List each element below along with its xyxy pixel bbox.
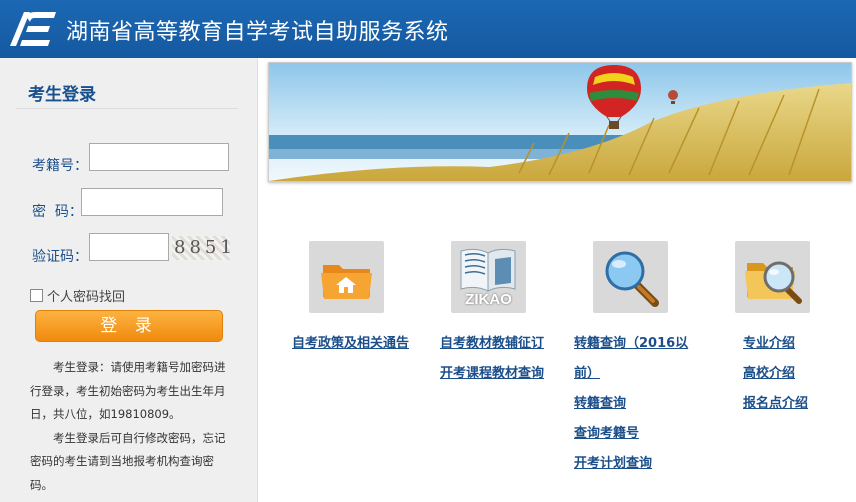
recover-label[interactable]: 个人密码找回	[47, 286, 125, 305]
header-bar: 湖南省高等教育自学考试自助服务系统	[0, 0, 856, 58]
link-transfer-query-pre2016-cont[interactable]: 前）	[574, 362, 600, 381]
captcha-image[interactable]: 8851	[172, 236, 232, 260]
login-note-1: 考生登录：请使用考籍号加密码进行登录，考生初始密码为考生出生年月日，共八位，如1…	[30, 360, 226, 421]
password-input[interactable]	[81, 188, 223, 216]
captcha-input[interactable]	[89, 233, 169, 261]
password-label: 密 码：	[32, 204, 83, 220]
link-college-intro[interactable]: 高校介绍	[743, 362, 795, 381]
login-notes: 考生登录：请使用考籍号加密码进行登录，考生初始密码为考生出生年月日，共八位，如1…	[30, 356, 230, 497]
page: 湖南省高等教育自学考试自助服务系统 考生登录 考籍号： 密 码： 验证码： 88…	[0, 0, 856, 502]
link-textbook-order[interactable]: 自考教材教辅征订	[440, 332, 544, 351]
policy-tile[interactable]	[309, 241, 384, 313]
link-exam-plan-query[interactable]: 开考计划查询	[574, 452, 652, 471]
link-transfer-query-pre2016[interactable]: 转籍查询（2016以	[574, 332, 688, 351]
link-course-textbook-query[interactable]: 开考课程教材查询	[440, 362, 544, 381]
exam-id-label: 考籍号：	[32, 158, 88, 174]
link-major-intro[interactable]: 专业介绍	[743, 332, 795, 351]
captcha-label: 验证码：	[32, 249, 88, 265]
login-button[interactable]: 登 录	[35, 310, 223, 342]
magnifier-icon	[605, 251, 659, 307]
textbook-tile[interactable]: ZIKAO	[451, 241, 526, 313]
system-title: 湖南省高等教育自学考试自助服务系统	[66, 20, 449, 45]
login-title: 考生登录	[28, 85, 96, 105]
exam-id-input[interactable]	[89, 143, 229, 171]
link-policy-notices[interactable]: 自考政策及相关通告	[292, 332, 409, 351]
logo-icon	[10, 12, 56, 46]
recover-password-option[interactable]: 个人密码找回	[30, 286, 125, 305]
zikao-badge: ZIKAO	[465, 291, 512, 308]
login-note-2: 考生登录后可自行修改密码，忘记密码的考生请到当地报考机构查询密码。	[30, 430, 226, 492]
divider	[16, 108, 238, 109]
recover-checkbox[interactable]	[30, 289, 43, 302]
folder-home-icon	[321, 265, 372, 299]
folder-search-icon	[745, 261, 802, 304]
major-intro-tile[interactable]	[735, 241, 810, 313]
link-exam-id-query[interactable]: 查询考籍号	[574, 422, 639, 441]
link-registration-site-intro[interactable]: 报名点介绍	[743, 392, 808, 411]
link-transfer-query[interactable]: 转籍查询	[574, 392, 626, 411]
banner-illustration	[269, 63, 851, 181]
banner-image	[268, 62, 852, 182]
transfer-query-tile[interactable]	[593, 241, 668, 313]
